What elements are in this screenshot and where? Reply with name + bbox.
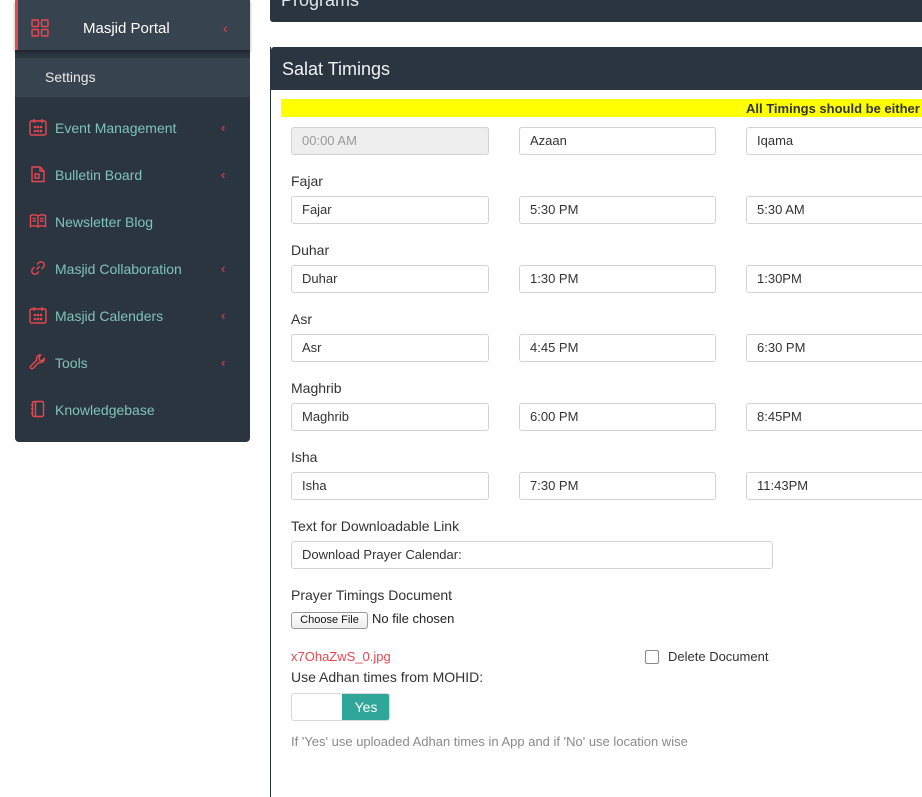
- sidebar-item-bulletin-board[interactable]: Bulletin Board ‹: [15, 155, 250, 195]
- sidebar-item-knowledgebase[interactable]: Knowledgebase: [15, 390, 250, 430]
- choose-file-button[interactable]: Choose File: [291, 612, 368, 629]
- prayer-name-input[interactable]: Asr: [291, 334, 489, 362]
- iqama-time-input[interactable]: 1:30PM: [746, 265, 922, 293]
- iqama-time-input[interactable]: 8:45PM: [746, 403, 922, 431]
- adhan-hint: If 'Yes' use uploaded Adhan times in App…: [291, 734, 688, 749]
- chevron-left-icon: ‹: [223, 20, 228, 36]
- adhan-toggle[interactable]: Yes: [291, 693, 390, 721]
- iqama-time-input[interactable]: 6:30 PM: [746, 334, 922, 362]
- iqama-header-field[interactable]: Iqama: [746, 127, 922, 155]
- sidebar-item-newsletter-blog[interactable]: Newsletter Blog: [15, 202, 250, 242]
- chevron-left-icon: ‹: [221, 120, 226, 135]
- sidebar-item-label: Event Management: [55, 120, 177, 136]
- panel-title: Salat Timings: [282, 59, 391, 79]
- sidebar-item-event-management[interactable]: Event Management ‹: [15, 108, 250, 148]
- notice-banner: All Timings should be either: [281, 99, 922, 117]
- panel-header: Salat Timings: [271, 47, 922, 90]
- document-label: Prayer Timings Document: [291, 587, 453, 603]
- wrench-icon: [29, 353, 47, 376]
- sidebar-item-masjid-portal[interactable]: Masjid Portal ‹: [15, 0, 250, 50]
- sidebar-item-tools[interactable]: Tools ‹: [15, 343, 250, 383]
- file-status: No file chosen: [372, 611, 455, 626]
- sidebar: Masjid Portal ‹ Settings Event Managemen…: [15, 0, 250, 442]
- sidebar-item-masjid-calenders[interactable]: Masjid Calenders ‹: [15, 296, 250, 336]
- sidebar-item-label: Bulletin Board: [55, 167, 143, 183]
- prayer-label-fajar: Fajar: [291, 173, 323, 189]
- prayer-label-isha: Isha: [291, 449, 318, 465]
- uploaded-file-link[interactable]: x7OhaZwS_0.jpg: [291, 649, 391, 664]
- adhan-label: Use Adhan times from MOHID:: [291, 669, 484, 685]
- azaan-time-input[interactable]: 6:00 PM: [519, 403, 716, 431]
- azaan-header-field[interactable]: Azaan: [519, 127, 716, 155]
- document-icon: [29, 165, 47, 188]
- azaan-time-input[interactable]: 1:30 PM: [519, 265, 716, 293]
- delete-document-label[interactable]: Delete Document: [668, 649, 768, 664]
- prayer-label-maghrib: Maghrib: [291, 380, 342, 396]
- sidebar-item-label: Masjid Portal: [83, 20, 170, 37]
- azaan-time-input[interactable]: 4:45 PM: [519, 334, 716, 362]
- grid-icon: [31, 19, 49, 42]
- book-icon: [29, 212, 47, 235]
- link-icon: [29, 259, 47, 282]
- panel-title: Programs: [281, 0, 360, 10]
- chevron-left-icon: ‹: [221, 308, 226, 323]
- sidebar-item-label: Masjid Calenders: [55, 308, 164, 324]
- prayer-name-input[interactable]: Duhar: [291, 265, 489, 293]
- chevron-left-icon: ‹: [221, 355, 226, 370]
- sidebar-subitem-settings[interactable]: Settings: [15, 58, 250, 97]
- sidebar-item-label: Newsletter Blog: [55, 214, 154, 230]
- prayer-label-asr: Asr: [291, 311, 312, 327]
- download-link-input[interactable]: Download Prayer Calendar:: [291, 541, 773, 569]
- prayer-name-input[interactable]: Fajar: [291, 196, 489, 224]
- iqama-time-input[interactable]: 11:43PM: [746, 472, 922, 500]
- time-input-disabled: 00:00 AM: [291, 127, 489, 155]
- sidebar-subitem-label: Settings: [45, 69, 96, 85]
- sidebar-item-label: Masjid Collaboration: [55, 261, 182, 277]
- toggle-on-state: Yes: [342, 694, 389, 720]
- sidebar-item-label: Knowledgebase: [55, 402, 155, 418]
- chevron-left-icon: ‹: [221, 167, 226, 182]
- iqama-time-input[interactable]: 5:30 AM: [746, 196, 922, 224]
- prayer-label-duhar: Duhar: [291, 242, 330, 258]
- sidebar-item-label: Tools: [55, 355, 88, 371]
- chevron-left-icon: ‹: [221, 261, 226, 276]
- notice-text: All Timings should be either: [746, 101, 920, 116]
- programs-panel: Programs: [270, 0, 922, 22]
- sidebar-item-masjid-collaboration[interactable]: Masjid Collaboration ‹: [15, 249, 250, 289]
- prayer-name-input[interactable]: Isha: [291, 472, 489, 500]
- prayer-name-input[interactable]: Maghrib: [291, 403, 489, 431]
- azaan-time-input[interactable]: 5:30 PM: [519, 196, 716, 224]
- notebook-icon: [29, 400, 47, 423]
- calendar-icon: [29, 306, 47, 329]
- delete-document-checkbox[interactable]: [645, 650, 659, 664]
- azaan-time-input[interactable]: 7:30 PM: [519, 472, 716, 500]
- calendar-icon: [29, 118, 47, 141]
- download-link-label: Text for Downloadable Link: [291, 518, 460, 534]
